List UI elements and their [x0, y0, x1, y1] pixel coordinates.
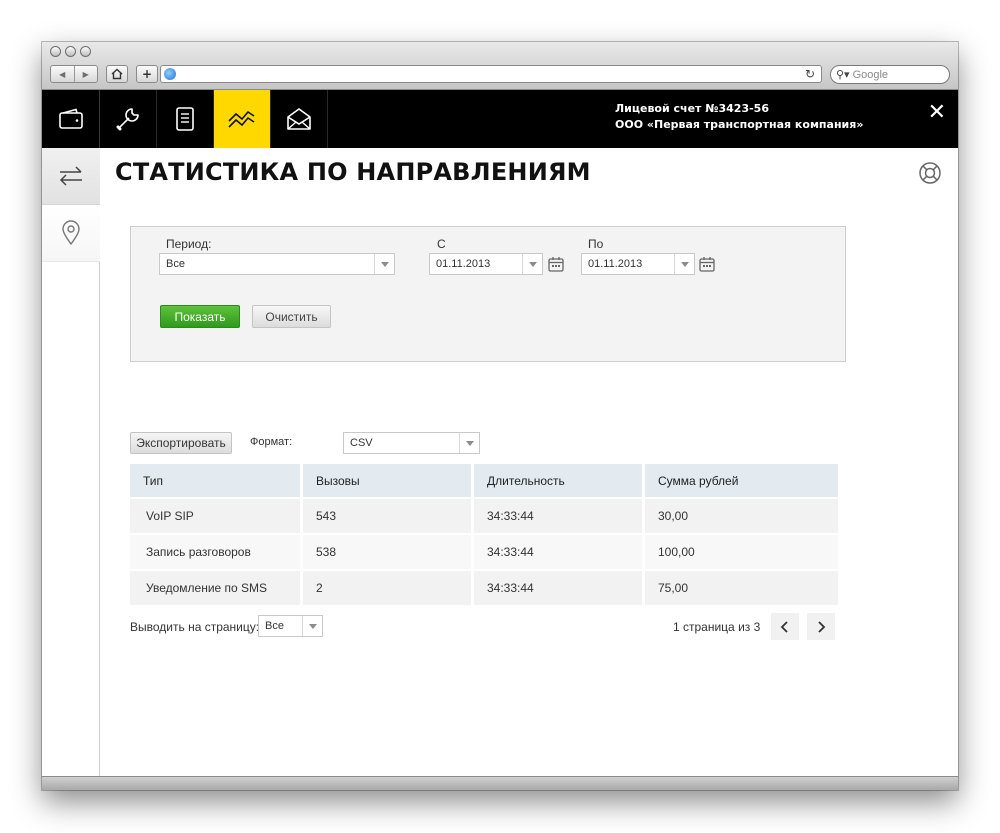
directions-arrows-icon	[59, 166, 82, 186]
browser-status-bar	[42, 776, 958, 790]
help-button[interactable]	[918, 161, 942, 189]
table-header-row: Тип Вызовы Длительность Сумма рублей	[130, 464, 838, 497]
chevron-down-icon	[522, 254, 542, 274]
show-button[interactable]: Показать	[160, 305, 240, 328]
per-page-label: Выводить на страницу:	[130, 620, 260, 634]
window-zoom-button[interactable]	[80, 46, 91, 57]
main-content: СТАТИСТИКА ПО НАПРАВЛЕНИЯМ Период: Все С…	[101, 148, 958, 776]
side-nav	[42, 148, 100, 776]
tab-messages[interactable]	[271, 90, 328, 148]
globe-icon	[164, 68, 176, 80]
account-number: Лицевой счет №3423-56	[615, 102, 769, 115]
per-page-select[interactable]: Все	[258, 615, 323, 637]
cell-type: Уведомление по SMS	[130, 571, 300, 605]
cell-duration: 34:33:44	[474, 535, 642, 569]
cell-duration: 34:33:44	[474, 499, 642, 533]
forward-arrow-icon[interactable]: ▶	[73, 66, 98, 82]
cell-amount: 100,00	[645, 535, 838, 569]
envelope-icon	[287, 108, 311, 130]
per-page-value: Все	[265, 620, 284, 632]
calendar-icon[interactable]	[548, 256, 564, 272]
calendar-icon[interactable]	[699, 256, 715, 272]
next-page-button[interactable]	[807, 613, 835, 640]
home-icon	[111, 68, 123, 80]
plus-icon: +	[141, 67, 153, 81]
chevron-right-icon	[818, 620, 826, 633]
tab-wallet[interactable]	[42, 90, 100, 148]
filter-panel: Период: Все С 01.11.2013 По 01.11.2013 П…	[130, 226, 846, 362]
prev-page-button[interactable]	[771, 613, 799, 640]
cell-amount: 75,00	[645, 571, 838, 605]
window-minimize-button[interactable]	[65, 46, 76, 57]
date-from-value: 01.11.2013	[436, 258, 491, 270]
page-info: 1 страница из 3	[673, 620, 761, 634]
cell-calls: 2	[303, 571, 471, 605]
cell-type: Запись разговоров	[130, 535, 300, 569]
period-select[interactable]: Все	[159, 253, 395, 275]
cell-calls: 538	[303, 535, 471, 569]
from-label: С	[437, 237, 446, 251]
tab-statistics[interactable]	[214, 90, 271, 148]
close-app-button[interactable]: ✕	[928, 100, 946, 125]
table-row[interactable]: VoIP SIP 543 34:33:44 30,00	[130, 499, 838, 533]
new-tab-button[interactable]: +	[136, 65, 158, 83]
column-header-amount[interactable]: Сумма рублей	[645, 464, 838, 497]
page-title: СТАТИСТИКА ПО НАПРАВЛЕНИЯМ	[115, 158, 591, 186]
cell-type: VoIP SIP	[130, 499, 300, 533]
browser-toolbar: ◀ ▶ + ↻ ⚲▾ Google	[42, 42, 958, 90]
window-close-button[interactable]	[50, 46, 61, 57]
table-row[interactable]: Уведомление по SMS 2 34:33:44 75,00	[130, 571, 838, 605]
location-pin-icon	[62, 220, 80, 246]
company-name: ООО «Первая транспортная компания»	[615, 118, 864, 131]
format-value: CSV	[350, 437, 373, 449]
chevron-down-icon	[374, 254, 394, 274]
chevron-down-icon	[459, 433, 479, 453]
to-label: По	[588, 237, 604, 251]
column-header-duration[interactable]: Длительность	[474, 464, 642, 497]
wallet-icon	[58, 108, 83, 129]
format-label: Формат:	[250, 436, 293, 448]
lifebuoy-icon	[919, 162, 941, 184]
period-value: Все	[166, 258, 185, 270]
home-button[interactable]	[106, 65, 128, 83]
app-header: Лицевой счет №3423-56 ООО «Первая трансп…	[42, 90, 958, 148]
table-row[interactable]: Запись разговоров 538 34:33:44 100,00	[130, 535, 838, 569]
browser-window: ◀ ▶ + ↻ ⚲▾ Google Лицевой счет №3423-56 …	[42, 42, 958, 790]
chevron-down-icon	[302, 616, 322, 636]
date-to-field[interactable]: 01.11.2013	[581, 253, 695, 275]
tab-settings[interactable]	[100, 90, 157, 148]
format-select[interactable]: CSV	[343, 432, 480, 454]
browser-search-field[interactable]: ⚲▾ Google	[830, 65, 950, 84]
address-bar[interactable]: ↻	[160, 65, 822, 83]
reload-icon[interactable]: ↻	[805, 66, 815, 82]
back-arrow-icon[interactable]: ◀	[51, 66, 74, 82]
side-nav-directions[interactable]	[42, 148, 100, 205]
chevron-left-icon	[780, 620, 788, 633]
period-label: Период:	[166, 237, 212, 251]
search-placeholder: Google	[852, 68, 889, 81]
cell-duration: 34:33:44	[474, 571, 642, 605]
tab-documents[interactable]	[157, 90, 214, 148]
clear-button[interactable]: Очистить	[252, 305, 331, 328]
window-controls	[50, 46, 91, 57]
wrench-icon	[116, 108, 139, 131]
export-button[interactable]: Экспортировать	[130, 432, 232, 454]
side-nav-locations[interactable]	[42, 205, 100, 262]
chart-line-icon	[228, 110, 255, 128]
column-header-calls[interactable]: Вызовы	[303, 464, 471, 497]
account-info: Лицевой счет №3423-56 ООО «Первая трансп…	[615, 101, 863, 133]
column-header-type[interactable]: Тип	[130, 464, 300, 497]
date-to-value: 01.11.2013	[588, 258, 643, 270]
stats-table: Тип Вызовы Длительность Сумма рублей VoI…	[127, 462, 841, 607]
cell-calls: 543	[303, 499, 471, 533]
notebook-icon	[176, 107, 194, 131]
cell-amount: 30,00	[645, 499, 838, 533]
chevron-down-icon	[674, 254, 694, 274]
date-from-field[interactable]: 01.11.2013	[429, 253, 543, 275]
history-nav: ◀ ▶	[50, 65, 98, 83]
search-icon: ⚲▾	[836, 69, 850, 81]
